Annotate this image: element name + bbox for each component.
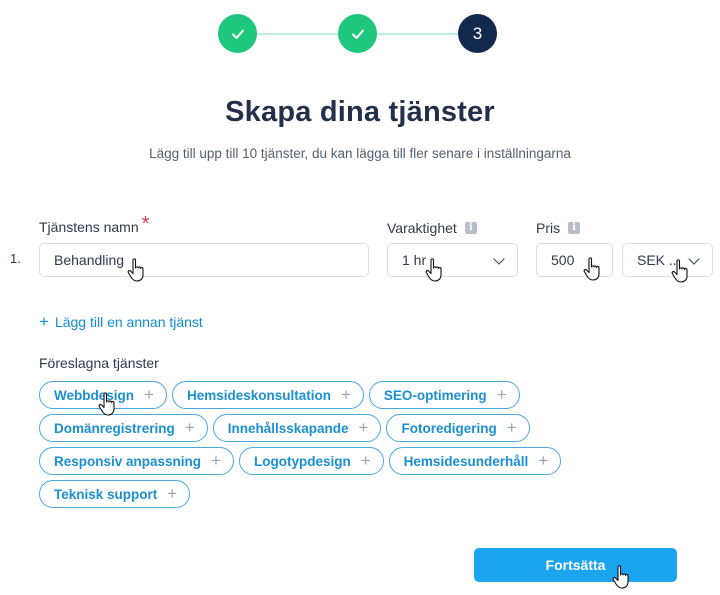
- suggested-services-list: Webbdesign + Hemsideskonsultation + SEO-op…: [39, 381, 599, 513]
- suggested-services-label: Föreslagna tjänster: [39, 355, 159, 371]
- service-name-input[interactable]: [54, 252, 354, 268]
- step-3-current: 3: [458, 14, 497, 53]
- suggestion-chip-fotoredigering[interactable]: Fotoredigering +: [386, 414, 530, 442]
- service-name-label-text: Tjänstens namn: [39, 219, 139, 235]
- info-icon[interactable]: i: [464, 222, 477, 234]
- plus-icon: +: [496, 385, 507, 404]
- step-2-complete: [338, 14, 377, 53]
- progress-stepper: 3: [218, 14, 497, 54]
- chip-label: Logotypdesign: [253, 453, 351, 469]
- plus-icon: +: [358, 418, 369, 437]
- plus-icon: +: [144, 385, 154, 404]
- chip-label: Webbdesign: [54, 387, 135, 403]
- plus-icon: +: [167, 484, 178, 503]
- suggestion-chip-teknisk-support[interactable]: Teknisk support +: [39, 480, 191, 508]
- chip-label: Fotoredigering: [401, 420, 497, 436]
- chip-label: Responsiv anpassning: [54, 453, 202, 469]
- plus-icon: +: [538, 451, 549, 470]
- plus-icon: +: [39, 312, 49, 331]
- step-connector: [377, 33, 458, 35]
- chevron-down-icon: [493, 253, 505, 265]
- duration-value: 1 hr: [402, 252, 427, 268]
- currency-value: SEK ...: [637, 252, 681, 268]
- check-icon: [231, 29, 244, 39]
- chip-label: Domänregistrering: [54, 420, 175, 436]
- suggestion-chip-hemsideskonsultation[interactable]: Hemsideskonsultation +: [171, 381, 364, 409]
- service-name-field[interactable]: [39, 243, 369, 277]
- page-title: Skapa dina tjänster: [225, 96, 495, 128]
- price-input[interactable]: [551, 252, 612, 268]
- price-field[interactable]: [536, 243, 613, 277]
- suggestion-chip-logotypdesign[interactable]: Logotypdesign +: [238, 447, 384, 475]
- currency-select[interactable]: SEK ...: [622, 243, 713, 277]
- chip-label: Hemsidesunderhåll: [403, 453, 529, 469]
- add-service-link[interactable]: + Lägg till en annan tjänst: [39, 312, 203, 332]
- duration-label-text: Varaktighet: [387, 220, 457, 236]
- step-number: 3: [472, 23, 483, 43]
- check-icon: [351, 29, 364, 39]
- info-icon[interactable]: i: [568, 222, 581, 234]
- plus-icon: +: [506, 418, 517, 437]
- chevron-down-icon: [688, 253, 700, 265]
- required-asterisk: *: [141, 213, 150, 235]
- continue-button[interactable]: Fortsätta: [474, 548, 677, 582]
- service-name-label: Tjänstens namn *: [39, 213, 150, 235]
- row-number: 1.: [10, 251, 21, 266]
- chip-label: Innehållsskapande: [227, 420, 349, 436]
- suggestion-chip-domanregistrering[interactable]: Domänregistrering +: [39, 414, 208, 442]
- plus-icon: +: [211, 451, 221, 470]
- suggestion-chip-responsiv-anpassning[interactable]: Responsiv anpassning +: [39, 447, 234, 475]
- step-1-complete: [218, 14, 257, 53]
- plus-icon: +: [184, 418, 195, 437]
- plus-icon: +: [360, 451, 371, 470]
- price-label-text: Pris: [536, 220, 561, 236]
- add-service-label: Lägg till en annan tjänst: [54, 314, 203, 330]
- plus-icon: +: [340, 385, 351, 404]
- duration-label: Varaktighet i: [387, 220, 477, 236]
- step-connector: [257, 33, 338, 35]
- suggestion-chip-innehallsskapande[interactable]: Innehållsskapande +: [212, 414, 382, 442]
- chip-label: Teknisk support: [54, 486, 158, 502]
- chip-label: SEO-optimering: [383, 387, 487, 403]
- suggestion-chip-hemsidesunderhall[interactable]: Hemsidesunderhåll +: [388, 447, 562, 475]
- page-subtitle: Lägg till upp till 10 tjänster, du kan l…: [149, 146, 571, 161]
- price-label: Pris i: [536, 220, 581, 236]
- duration-select[interactable]: 1 hr: [387, 243, 518, 277]
- suggestion-chip-seo-optimering[interactable]: SEO-optimering +: [368, 381, 520, 409]
- chip-label: Hemsideskonsultation: [186, 387, 331, 403]
- suggestion-chip-webbdesign[interactable]: Webbdesign +: [39, 381, 167, 409]
